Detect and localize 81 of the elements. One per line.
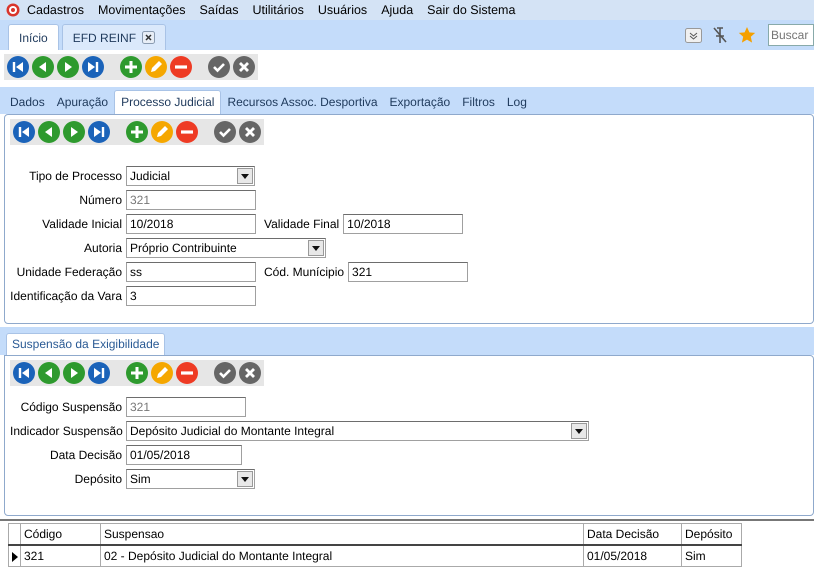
chevron-down-icon[interactable] [685,28,702,42]
menu-item[interactable]: Usuários [310,0,374,20]
field-label: Cód. Munícipio [264,264,344,281]
dropdown-field[interactable]: Depósito Judicial do Montante Integral [126,421,589,441]
close-button[interactable] [239,121,261,143]
field-label: Indicador Suspensão [10,423,122,440]
caret-icon [241,476,249,482]
field-label: Validade Final [264,216,340,233]
field-label: Tipo de Processo [28,168,122,185]
star-icon[interactable] [738,26,756,44]
checkmark-button[interactable] [214,121,236,143]
column-header[interactable]: Suspensao [100,524,584,545]
menu-item[interactable]: Sair do Sistema [420,0,522,20]
table-cell: 02 - Depósito Judicial do Montante Integral [100,545,584,566]
tab[interactable]: Recursos Assoc. Desportiva [221,91,384,114]
caret-icon [241,174,249,178]
minus-button[interactable] [176,121,198,143]
input-field[interactable]: 3 [126,286,256,306]
previous-button[interactable] [38,121,60,143]
close-button[interactable] [239,362,261,384]
next-button[interactable] [57,56,79,78]
menu-item[interactable]: Saídas [192,0,246,20]
checkmark-button[interactable] [214,362,236,384]
input-field[interactable]: 10/2018 [343,214,464,234]
add-button[interactable] [126,362,148,384]
table-cell: 321 [20,545,100,566]
column-header[interactable]: Código [20,524,100,545]
field-label: Identificação da Vara [10,288,122,305]
table-cell: Sim [682,545,742,566]
field-label: Unidade Federação [16,264,122,281]
column-header[interactable]: Depósito [682,524,742,545]
table-cell: 01/05/2018 [584,545,682,566]
tab[interactable]: Filtros [456,91,501,114]
tab[interactable]: Processo Judicial [114,90,222,114]
pin-icon[interactable] [712,26,728,44]
last-record-button[interactable] [88,121,110,143]
caret-icon [312,246,320,250]
minus-button[interactable] [170,56,192,78]
first-record-button[interactable] [7,56,29,78]
field-label: Validade Inicial [41,216,122,233]
dropdown-field[interactable]: Sim [126,469,255,489]
tab[interactable]: Dados [4,91,51,114]
field-label: Código Suspensão [20,399,122,416]
field-label: Data Decisão [48,447,122,464]
tab[interactable]: Log [500,91,533,114]
dropdown-field[interactable]: Judicial [126,166,255,186]
add-button[interactable] [126,121,148,143]
last-record-button[interactable] [88,362,110,384]
input-field[interactable]: 321 [348,262,468,282]
last-record-button[interactable] [82,56,104,78]
close-button[interactable] [233,56,255,78]
first-record-button[interactable] [13,121,35,143]
previous-button[interactable] [38,362,60,384]
app-logo-icon [6,3,20,17]
tab[interactable]: Exportação [384,91,456,114]
search-field[interactable]: Buscar [768,24,814,46]
field-label: Autoria [82,240,122,257]
close-icon[interactable] [142,31,156,44]
tab[interactable]: Suspensão da Exigibilidade [6,333,166,355]
first-record-button[interactable] [13,362,35,384]
document-tab[interactable]: EFD REINF [62,24,166,50]
field-label: Número [78,192,122,209]
input-field[interactable]: 10/2018 [126,214,256,234]
minus-button[interactable] [176,362,198,384]
input-field[interactable]: 01/05/2018 [126,445,242,465]
field-label: Depósito [74,471,122,488]
tab[interactable]: Apuração [50,91,114,114]
menu-item[interactable]: Movimentações [90,0,193,20]
dropdown-field[interactable]: Próprio Contribuinte [126,238,326,258]
next-button[interactable] [63,121,85,143]
caret-icon [575,428,583,434]
menu-item[interactable]: Utilitários [245,0,311,20]
menu-item[interactable]: Ajuda [374,0,420,20]
column-header[interactable]: Data Decisão [584,524,682,545]
input-field[interactable]: ss [126,262,256,282]
checkmark-button[interactable] [208,56,230,78]
previous-button[interactable] [32,56,54,78]
add-button[interactable] [120,56,142,78]
document-tab[interactable]: Início [8,24,59,50]
next-button[interactable] [63,362,85,384]
menu-item[interactable]: Cadastros [20,0,91,20]
